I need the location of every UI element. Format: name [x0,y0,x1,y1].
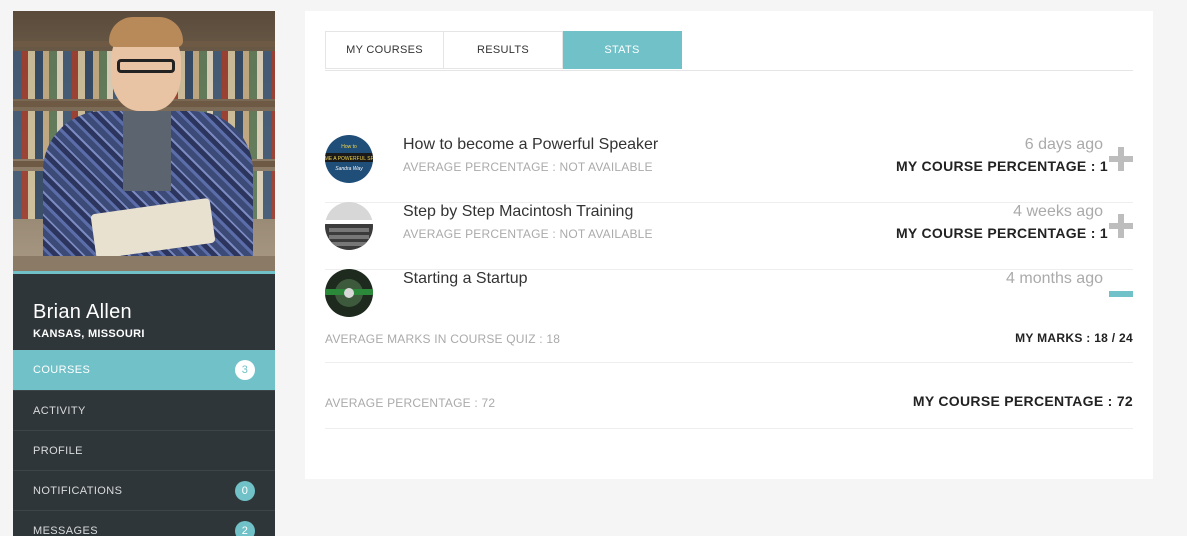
profile-name: Brian Allen [33,301,132,323]
course-totals-row: AVERAGE PERCENTAGE : 72 MY COURSE PERCEN… [325,373,1133,429]
sidebar-item-courses[interactable]: COURSES 3 [13,350,275,390]
my-course-percentage: MY COURSE PERCENTAGE : 1 [895,225,1108,241]
sidebar-nav: COURSES 3 ACTIVITY PROFILE NOTIFICATIONS… [13,350,275,536]
course-title[interactable]: How to become a Powerful Speaker [403,136,658,154]
sidebar-item-label: MESSAGES [33,524,98,536]
course-thumbnail [325,202,373,250]
course-thumbnail: How to OME A POWERFUL SPE Sandra Way [325,135,373,183]
tab-bar: MY COURSES RESULTS STATS [325,31,1133,71]
profile-location: KANSAS, MISSOURI [33,328,145,340]
sidebar-item-messages[interactable]: MESSAGES 2 [13,510,275,536]
sidebar-item-profile[interactable]: PROFILE [13,430,275,470]
thumb-caption-3: Sandra Way [335,166,363,172]
quiz-stats-row: AVERAGE MARKS IN COURSE QUIZ : 18 MY MAR… [325,322,1133,363]
course-title[interactable]: Starting a Startup [403,270,528,288]
sidebar-item-label: ACTIVITY [33,404,86,417]
courses-count-badge: 3 [235,360,255,380]
average-quiz-marks: AVERAGE MARKS IN COURSE QUIZ : 18 [325,332,561,346]
expand-plus-icon[interactable] [1109,147,1133,171]
profile-photo [13,11,275,274]
total-my-course-percentage: MY COURSE PERCENTAGE : 72 [912,393,1133,409]
tab-results[interactable]: RESULTS [444,31,563,69]
tab-my-courses[interactable]: MY COURSES [325,31,444,69]
expand-plus-icon[interactable] [1109,214,1133,238]
my-course-percentage: MY COURSE PERCENTAGE : 1 [895,158,1108,174]
course-timestamp: 6 days ago [1024,136,1103,153]
course-average-percentage: AVERAGE PERCENTAGE : NOT AVAILABLE [403,160,653,174]
course-title[interactable]: Step by Step Macintosh Training [403,203,633,221]
sidebar-item-label: PROFILE [33,444,83,457]
total-average-percentage: AVERAGE PERCENTAGE : 72 [325,396,496,410]
sidebar-item-label: NOTIFICATIONS [33,484,123,497]
sidebar-item-activity[interactable]: ACTIVITY [13,390,275,430]
course-thumbnail [325,269,373,317]
messages-count-badge: 2 [235,520,255,536]
tab-stats[interactable]: STATS [563,31,682,69]
course-row: Step by Step Macintosh Training AVERAGE … [325,202,1133,270]
course-timestamp: 4 weeks ago [1013,203,1103,220]
sidebar-item-notifications[interactable]: NOTIFICATIONS 0 [13,470,275,510]
stats-panel: MY COURSES RESULTS STATS How to OME A PO… [305,11,1153,479]
course-row: How to OME A POWERFUL SPE Sandra Way How… [325,135,1133,203]
thumb-caption-2: OME A POWERFUL SPE [325,156,373,162]
course-average-percentage: AVERAGE PERCENTAGE : NOT AVAILABLE [403,227,653,241]
thumb-caption-1: How to [341,144,357,150]
notifications-count-badge: 0 [235,480,255,501]
collapse-minus-icon[interactable] [1109,291,1133,297]
my-quiz-marks: MY MARKS : 18 / 24 [1015,331,1133,345]
course-timestamp: 4 months ago [1006,270,1103,287]
sidebar-item-label: COURSES [33,364,91,376]
profile-sidebar: Brian Allen KANSAS, MISSOURI COURSES 3 A… [13,11,275,536]
